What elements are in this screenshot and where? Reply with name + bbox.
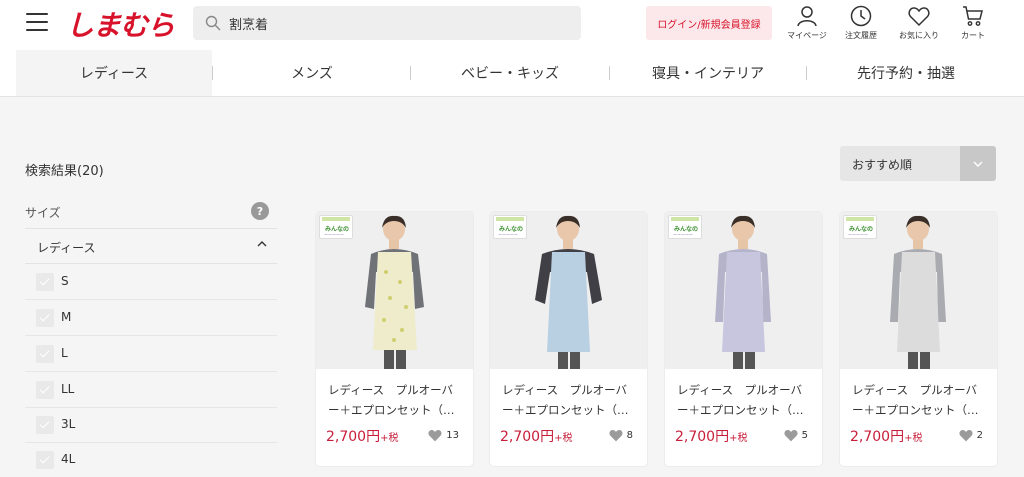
product-name[interactable]: レディース プルオーバー＋エプロンセット（… — [852, 380, 987, 420]
filter-group-label: レディース — [37, 241, 96, 255]
mypage-label: マイページ — [787, 31, 827, 40]
site-logo[interactable]: しまむら — [66, 4, 175, 44]
product-name[interactable]: レディース プルオーバー＋エプロンセット（… — [328, 380, 463, 420]
product-image[interactable]: みんなの ーーーーー — [840, 212, 997, 369]
tab-bedding-interior[interactable]: 寝具・インテリア — [610, 50, 806, 96]
product-name[interactable]: レディース プルオーバー＋エプロンセット（… — [502, 380, 637, 420]
product-card[interactable]: みんなの ーーーーー レディース プルオーバー＋エプロンセット（… 2,700円+… — [316, 212, 473, 466]
sort-selected-label: おすすめ順 — [852, 158, 913, 172]
tab-ladies[interactable]: レディース — [16, 50, 212, 96]
search-bar[interactable] — [193, 6, 581, 40]
tab-baby-kids[interactable]: ベビー・キッズ — [411, 50, 609, 96]
size-label: 4L — [61, 452, 76, 466]
campaign-badge: みんなの ーーーーー — [668, 215, 702, 239]
favorite-label: お気に入り — [899, 31, 939, 40]
size-option-3l[interactable]: 3L — [25, 407, 277, 443]
size-option-l[interactable]: L — [25, 336, 277, 372]
size-checkbox[interactable] — [36, 451, 54, 469]
product-price: 2,700円+税 — [675, 429, 748, 445]
product-image[interactable]: みんなの ーーーーー — [490, 212, 647, 369]
size-option-ll[interactable]: LL — [25, 372, 277, 408]
mypage-link[interactable]: マイページ — [777, 4, 837, 41]
filter-group-ladies[interactable]: レディース — [25, 228, 277, 264]
product-image[interactable]: みんなの ーーーーー — [665, 212, 822, 369]
heart-icon[interactable] — [427, 428, 443, 442]
login-register-button[interactable]: ログイン/新規会員登録 — [646, 6, 772, 40]
cart-label: カート — [961, 31, 985, 40]
product-card[interactable]: みんなの ーーーーー レディース プルオーバー＋エプロンセット（… 2,700円+… — [490, 212, 647, 466]
favorite-icon — [908, 7, 930, 27]
product-price: 2,700円+税 — [850, 429, 923, 445]
help-icon[interactable]: ? — [251, 202, 269, 220]
heart-icon[interactable] — [783, 428, 799, 442]
result-count: 検索結果(20) — [25, 164, 104, 179]
order-history-icon — [850, 5, 872, 27]
heart-icon[interactable] — [958, 428, 974, 442]
size-label: LL — [61, 382, 75, 396]
product-name[interactable]: レディース プルオーバー＋エプロンセット（… — [677, 380, 812, 420]
favorite-count[interactable]: 8 — [608, 428, 633, 442]
chevron-down-icon[interactable] — [960, 146, 996, 181]
sort-select[interactable]: おすすめ順 — [840, 146, 996, 181]
product-card[interactable]: みんなの ーーーーー レディース プルオーバー＋エプロンセット（… 2,700円+… — [665, 212, 822, 466]
favorite-link[interactable]: お気に入り — [889, 4, 949, 41]
tab-preorder-lottery[interactable]: 先行予約・抽選 — [807, 50, 1005, 96]
favorite-count[interactable]: 2 — [958, 428, 983, 442]
cart-icon — [963, 6, 983, 26]
campaign-badge: みんなの ーーーーー — [493, 215, 527, 239]
campaign-badge: みんなの ーーーーー — [319, 215, 353, 239]
search-icon — [205, 15, 221, 31]
product-image[interactable]: みんなの ーーーーー — [316, 212, 473, 369]
category-nav: レディース メンズ ベビー・キッズ 寝具・インテリア 先行予約・抽選 — [0, 50, 1024, 97]
size-checkbox[interactable] — [36, 273, 54, 291]
product-price: 2,700円+税 — [326, 429, 399, 445]
tab-mens[interactable]: メンズ — [213, 50, 411, 96]
size-option-m[interactable]: M — [25, 300, 277, 336]
size-option-4l[interactable]: 4L — [25, 442, 277, 477]
cart-link[interactable]: カート — [943, 4, 1003, 41]
filter-size-title: サイズ — [25, 206, 61, 220]
size-checkbox[interactable] — [36, 416, 54, 434]
order-history-label: 注文履歴 — [845, 31, 877, 40]
product-card[interactable]: みんなの ーーーーー レディース プルオーバー＋エプロンセット（… 2,700円+… — [840, 212, 997, 466]
size-label: L — [61, 346, 68, 360]
site-header: しまむら ログイン/新規会員登録 マイページ 注文履歴 お気に入り — [0, 0, 1024, 50]
chevron-up-icon[interactable] — [257, 241, 267, 247]
order-history-link[interactable]: 注文履歴 — [831, 4, 891, 41]
size-checkbox[interactable] — [36, 345, 54, 363]
size-label: S — [61, 274, 69, 288]
size-label: 3L — [61, 417, 76, 431]
menu-icon[interactable] — [26, 13, 48, 31]
favorite-count[interactable]: 5 — [783, 428, 808, 442]
size-label: M — [61, 310, 72, 324]
size-checkbox[interactable] — [36, 309, 54, 327]
search-input[interactable] — [229, 6, 569, 40]
campaign-badge: みんなの ーーーーー — [843, 215, 877, 239]
size-checkbox[interactable] — [36, 381, 54, 399]
mypage-icon — [797, 6, 817, 27]
size-option-s[interactable]: S — [25, 264, 277, 300]
product-price: 2,700円+税 — [500, 429, 573, 445]
favorite-count[interactable]: 13 — [427, 428, 459, 442]
heart-icon[interactable] — [608, 428, 624, 442]
